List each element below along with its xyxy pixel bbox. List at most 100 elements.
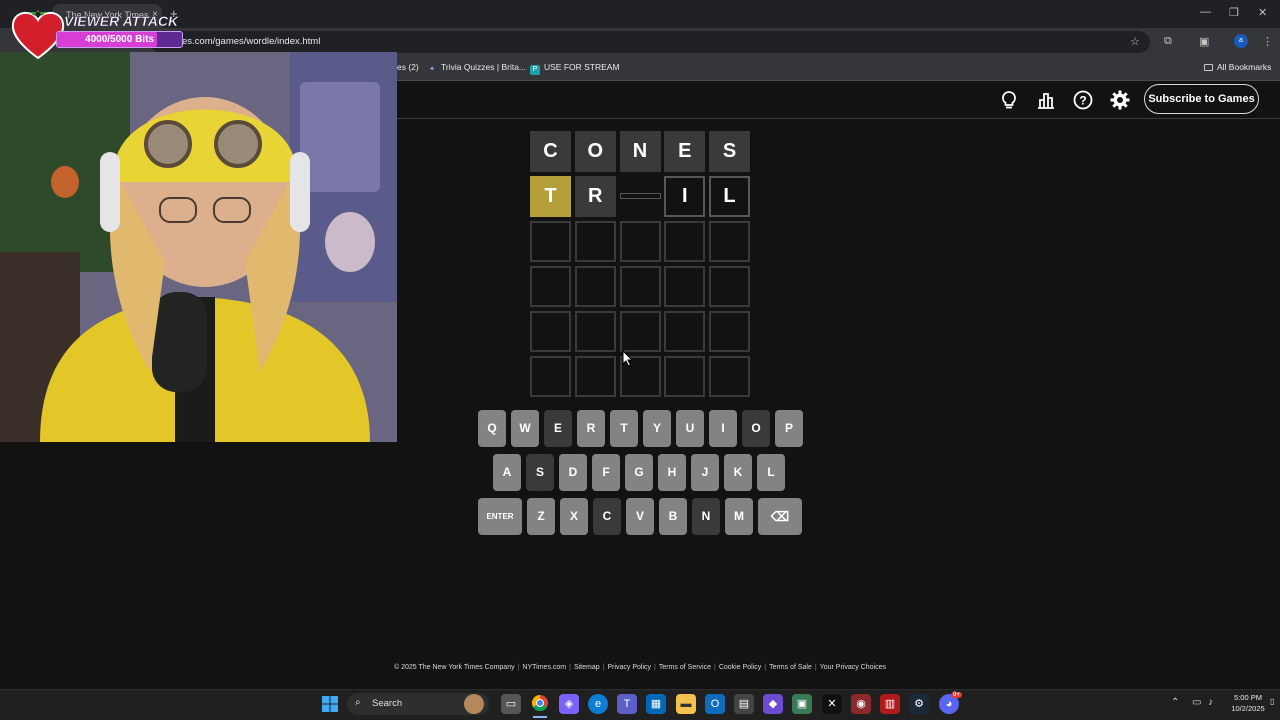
board-tile: C [530,131,571,172]
clock-time: 5:00 PM [1234,693,1262,702]
key-f[interactable]: F [592,454,620,491]
key-i[interactable]: I [709,410,737,447]
settings-icon[interactable] [1109,89,1131,111]
key-h[interactable]: H [658,454,686,491]
steam-icon[interactable]: ⚙ [909,694,929,714]
footer-link[interactable]: Cookie Policy [719,664,761,671]
windows-taskbar [0,689,1280,720]
tab-search-icon[interactable]: ▣ [1199,35,1209,48]
board-tile [574,311,616,352]
game-board: CONES TR IL [530,131,750,397]
folder-icon [1204,64,1213,71]
board-tile [619,311,661,352]
key-d[interactable]: D [559,454,587,491]
app-icon[interactable]: ▥ [880,694,900,714]
copilot-icon[interactable]: ◈ [559,694,579,714]
maximize-button[interactable]: ❐ [1229,6,1239,19]
key-b[interactable]: B [659,498,687,535]
footer-separator: | [714,664,716,671]
footer-link[interactable]: Terms of Sale [769,664,812,671]
outlook-icon[interactable]: O [705,694,725,714]
stream-bookmark-icon: P [530,65,540,75]
key-g[interactable]: G [625,454,653,491]
key-e[interactable]: E [544,410,572,447]
footer-link[interactable]: Your Privacy Choices [820,664,886,671]
search-label: Search [372,698,403,709]
trivia-icon: ✦ [429,66,435,73]
app-icon[interactable]: ◆ [763,694,783,714]
key-w[interactable]: W [511,410,539,447]
teams-icon[interactable]: T [617,694,637,714]
bookmark-item[interactable]: P USE FOR STREAM [530,62,620,75]
task-view-icon[interactable]: ▭ [501,694,521,714]
footer-link[interactable]: © 2025 The New York Times Company [394,664,515,671]
key-l[interactable]: L [757,454,785,491]
board-tile: T [530,176,571,217]
key-c[interactable]: C [593,498,621,535]
board-tile [619,266,661,307]
help-icon[interactable]: ? [1072,89,1094,111]
key-enter[interactable]: ENTER [478,498,522,535]
search-highlight-icon[interactable] [464,694,484,714]
edge-icon[interactable]: e [588,694,608,714]
board-tile [619,221,661,262]
footer-link[interactable]: Terms of Service [659,664,711,671]
backspace-icon[interactable]: ⌫ [758,498,802,535]
extensions-icon[interactable]: ⧉ [1164,35,1172,48]
key-y[interactable]: Y [643,410,671,447]
key-u[interactable]: U [676,410,704,447]
file-explorer-icon[interactable]: ▬ [676,694,696,714]
footer-link[interactable]: Sitemap [574,664,600,671]
key-z[interactable]: Z [527,498,555,535]
app-icon[interactable]: ◉ [851,694,871,714]
tray-chevron-icon[interactable]: ⌃ [1171,697,1179,708]
key-k[interactable]: K [724,454,752,491]
key-q[interactable]: Q [478,410,506,447]
display-icon[interactable]: ▭ [1192,697,1201,708]
board-tile: I [664,176,706,217]
store-icon[interactable]: ▦ [646,694,666,714]
footer-separator: | [569,664,571,671]
board-tile [530,221,571,262]
key-v[interactable]: V [626,498,654,535]
footer-link[interactable]: NYTimes.com [522,664,566,671]
close-window-button[interactable]: ✕ [1258,6,1267,19]
footer-link[interactable]: Privacy Policy [607,664,651,671]
key-p[interactable]: P [775,410,803,447]
key-r[interactable]: R [577,410,605,447]
all-bookmarks[interactable]: All Bookmarks [1204,62,1271,72]
taskbar-clock[interactable]: 5:00 PM 10/2/2025 [1226,692,1270,714]
key-a[interactable]: A [493,454,521,491]
stats-icon[interactable] [1035,89,1057,111]
board-tile [709,266,750,307]
more-menu-icon[interactable]: ⋮ [1262,35,1273,48]
url-text[interactable]: es.com/games/wordle/index.html [182,36,320,47]
key-j[interactable]: J [691,454,719,491]
viewer-attack-title: VIEWER ATTACK [64,13,179,30]
minimize-button[interactable]: — [1200,6,1211,18]
key-s[interactable]: S [526,454,554,491]
profile-avatar[interactable]: a [1234,34,1248,48]
key-n[interactable]: N [692,498,720,535]
chrome-icon[interactable] [530,694,550,714]
bookmark-star-icon[interactable]: ☆ [1130,35,1140,48]
windows-start-icon[interactable] [322,696,338,712]
board-tile [709,311,750,352]
bookmark-item[interactable]: es (2) [397,62,419,72]
subscribe-button[interactable]: Subscribe to Games [1144,84,1259,114]
key-m[interactable]: M [725,498,753,535]
key-t[interactable]: T [610,410,638,447]
board-tile [709,356,750,397]
board-tile [530,266,571,307]
key-o[interactable]: O [742,410,770,447]
app-icon[interactable]: ▣ [792,694,812,714]
app-icon[interactable]: ✕ [822,694,842,714]
lightbulb-icon[interactable] [998,89,1020,111]
board-tile: R [574,176,616,217]
volume-icon[interactable]: ♪ [1208,697,1213,708]
calculator-icon[interactable]: ▤ [734,694,754,714]
search-icon: ⌕ [355,697,361,708]
notification-icon[interactable]: ▯ [1270,697,1274,706]
bookmark-item[interactable]: ✦ Trivia Quizzes | Brita... [427,62,526,75]
key-x[interactable]: X [560,498,588,535]
